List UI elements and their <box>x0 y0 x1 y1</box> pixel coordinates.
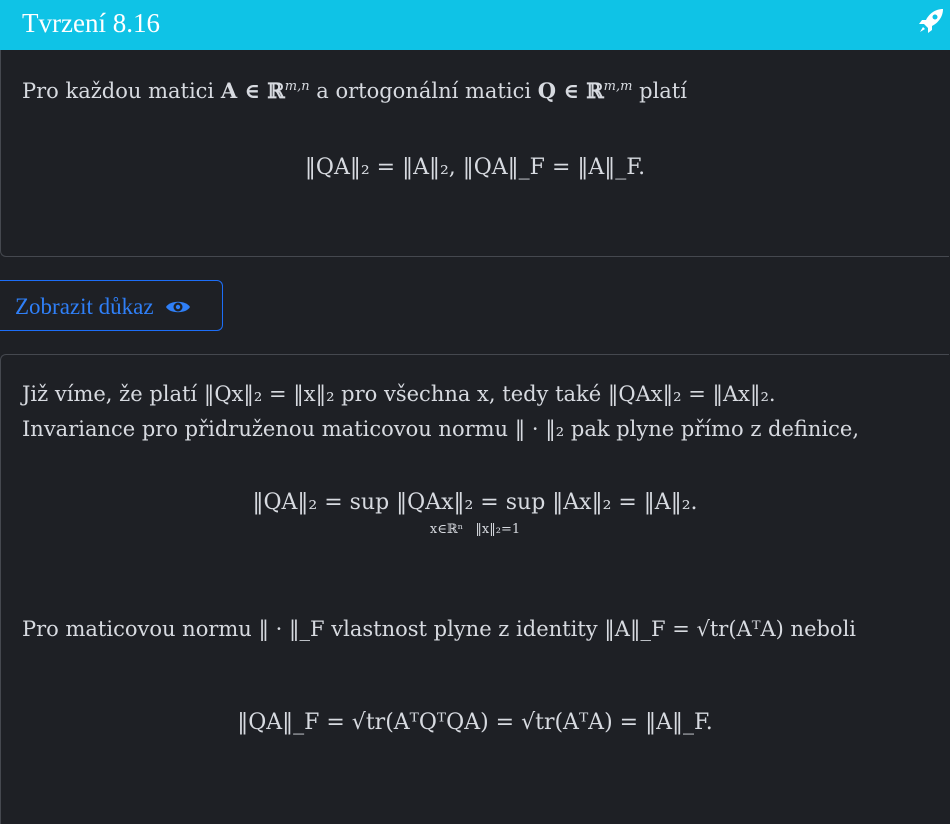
theorem-formula: ‖QA‖₂ = ‖A‖₂, ‖QA‖_F = ‖A‖_F. <box>304 155 646 180</box>
sup-limits: x∈ℝⁿ ‖x‖₂=1 <box>0 522 950 537</box>
rocket-icon[interactable] <box>916 6 946 36</box>
matrix-a-set: A ∈ ℝ <box>220 78 285 103</box>
show-proof-label: Zobrazit důkaz <box>15 294 154 319</box>
theorem-statement: Pro každou matici A ∈ ℝm,n a ortogonální… <box>22 78 687 103</box>
eye-icon <box>166 301 191 313</box>
header-bar: Tvrzení 8.16 <box>0 0 950 50</box>
proof-equation-1: ‖QA‖₂ = sup ‖QAx‖₂ = sup ‖Ax‖₂ = ‖A‖₂. <box>0 490 950 515</box>
proof-line-3: Pro maticovou normu ‖ · ‖_F vlastnost pl… <box>22 617 857 641</box>
statement-intro-a: Pro každou matici <box>22 79 221 103</box>
statement-intro-b: a ortogonální matici <box>309 79 538 103</box>
matrix-a-dims: m,n <box>284 79 310 94</box>
sup-limit-norm: ‖x‖₂=1 <box>475 522 521 537</box>
matrix-q-set: Q ∈ ℝ <box>537 78 604 103</box>
proof-line-2: Invariance pro přidruženou maticovou nor… <box>22 417 860 441</box>
proof-equation-1-text: ‖QA‖₂ = sup ‖QAx‖₂ = sup ‖Ax‖₂ = ‖A‖₂. <box>252 490 698 515</box>
proof-equation-2: ‖QA‖_F = √tr(AᵀQᵀQA) = √tr(AᵀA) = ‖A‖_F. <box>237 710 713 735</box>
proof-line-1: Již víme, že platí ‖Qx‖₂ = ‖x‖₂ pro všec… <box>22 382 776 406</box>
sup-limit-set: x∈ℝⁿ <box>429 522 464 537</box>
matrix-q-dims: m,m <box>603 79 633 94</box>
page-title: Tvrzení 8.16 <box>22 8 160 38</box>
statement-intro-c: platí <box>632 79 687 103</box>
show-proof-button[interactable]: Zobrazit důkaz <box>0 280 223 331</box>
